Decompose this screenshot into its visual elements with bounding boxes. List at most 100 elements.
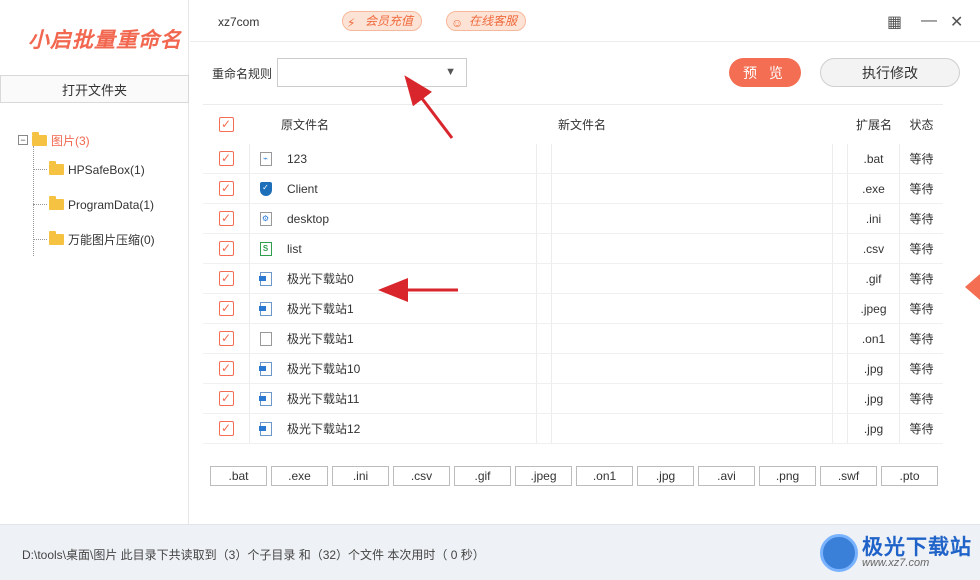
- extension-cell: .exe: [848, 174, 900, 203]
- extension-chip[interactable]: .pto: [881, 466, 938, 486]
- extension-chip[interactable]: .exe: [271, 466, 328, 486]
- table-body: ✓ ⌁ 123 .bat 等待 ✓ ✓ Client .exe 等待 ✓ ⚙ desktop .ini 等待…: [203, 144, 943, 444]
- new-name-cell: [552, 354, 833, 383]
- blank-file-icon: [259, 331, 272, 346]
- extension-chip[interactable]: .on1: [576, 466, 633, 486]
- original-name-cell: 极光下载站1: [281, 324, 537, 353]
- row-checkbox[interactable]: ✓: [218, 301, 234, 316]
- extension-cell: .jpg: [848, 414, 900, 443]
- new-name-cell: [552, 174, 833, 203]
- new-name-cell: [552, 384, 833, 413]
- side-expand-tab[interactable]: [965, 274, 980, 300]
- table-row[interactable]: ✓ 极光下载站1 .jpeg 等待: [203, 294, 943, 324]
- username: xz7com: [218, 15, 260, 29]
- tree-node-child[interactable]: ProgramData(1): [33, 187, 155, 222]
- extension-chip[interactable]: .gif: [454, 466, 511, 486]
- extension-chip[interactable]: .jpeg: [515, 466, 572, 486]
- new-name-cell: [552, 264, 833, 293]
- vip-recharge-button[interactable]: ⚡ 会员充值: [342, 11, 423, 31]
- table-row[interactable]: ✓ 极光下载站12 .jpg 等待: [203, 414, 943, 444]
- row-checkbox[interactable]: ✓: [218, 421, 234, 436]
- tree-node-label: 万能图片压缩(0): [68, 233, 155, 247]
- status-cell: 等待: [909, 392, 934, 406]
- tree-node-root[interactable]: − 图片(3): [18, 128, 155, 152]
- original-name-cell: 极光下载站10: [281, 354, 537, 383]
- table-row[interactable]: ✓ 极光下载站1 .on1 等待: [203, 324, 943, 354]
- extension-chip[interactable]: .csv: [393, 466, 450, 486]
- extension-cell: .on1: [848, 324, 900, 353]
- row-checkbox[interactable]: ✓: [218, 241, 234, 256]
- table-header: ✓ 原文件名 新文件名 扩展名 状态: [203, 104, 943, 144]
- table-row[interactable]: ✓ 极光下载站11 .jpg 等待: [203, 384, 943, 414]
- close-icon[interactable]: ✕: [950, 12, 963, 32]
- original-name-cell: list: [281, 234, 537, 263]
- status-cell: 等待: [909, 212, 934, 226]
- row-checkbox[interactable]: ✓: [218, 151, 234, 166]
- new-name-cell: [552, 234, 833, 263]
- extension-cell: .ini: [848, 204, 900, 233]
- extension-chip[interactable]: .ini: [332, 466, 389, 486]
- watermark-logo-icon: [820, 534, 858, 572]
- row-checkbox[interactable]: ✓: [218, 391, 234, 406]
- original-name-cell: desktop: [281, 204, 537, 233]
- new-name-cell: [552, 414, 833, 443]
- tree-node-label: ProgramData(1): [68, 197, 155, 212]
- table-row[interactable]: ✓ ✓ Client .exe 等待: [203, 174, 943, 204]
- extension-filter-bar: .bat .exe .ini .csv .gif .jpeg .on1 .jpg .avi .pn…: [210, 466, 938, 486]
- preview-button[interactable]: 预 览: [729, 58, 801, 87]
- extension-cell: .bat: [848, 144, 900, 173]
- header-extension: 扩展名: [855, 118, 892, 132]
- rename-rule-select[interactable]: ▼: [277, 58, 467, 87]
- app-logo: 小启批量重命名: [28, 27, 182, 52]
- extension-chip[interactable]: .png: [759, 466, 816, 486]
- grid-menu-icon[interactable]: ▦: [887, 12, 902, 32]
- status-cell: 等待: [909, 362, 934, 376]
- original-name-cell: 极光下载站1: [281, 294, 537, 323]
- extension-cell: .jpg: [848, 354, 900, 383]
- extension-cell: .jpeg: [848, 294, 900, 323]
- original-name-cell: Client: [281, 174, 537, 203]
- new-name-cell: [552, 204, 833, 233]
- image-file-icon: [258, 361, 272, 376]
- batch-file-icon: ⌁: [259, 151, 272, 166]
- row-checkbox[interactable]: ✓: [218, 361, 234, 376]
- table-row[interactable]: ✓ ⌁ 123 .bat 等待: [203, 144, 943, 174]
- row-checkbox[interactable]: ✓: [218, 331, 234, 346]
- open-folder-button[interactable]: 打开文件夹: [0, 75, 189, 103]
- minimize-icon[interactable]: —: [921, 12, 937, 30]
- status-cell: 等待: [909, 182, 934, 196]
- ini-file-icon: ⚙: [259, 211, 272, 226]
- extension-chip[interactable]: .avi: [698, 466, 755, 486]
- online-service-button[interactable]: ☺ 在线客服: [446, 11, 527, 31]
- tree-node-label: HPSafeBox(1): [68, 162, 145, 177]
- folder-icon: [49, 161, 64, 175]
- image-file-icon: [258, 421, 272, 436]
- extension-cell: .gif: [848, 264, 900, 293]
- extension-chip[interactable]: .jpg: [637, 466, 694, 486]
- header-status: 状态: [909, 118, 934, 132]
- status-text: D:\tools\桌面\图片 此目录下共读取到（3）个子目录 和（32）个文件 …: [22, 548, 485, 562]
- collapse-icon[interactable]: −: [18, 135, 28, 145]
- csv-file-icon: S: [259, 241, 272, 256]
- new-name-cell: [552, 294, 833, 323]
- table-row[interactable]: ✓ 极光下载站0 .gif 等待: [203, 264, 943, 294]
- folder-icon: [49, 231, 64, 245]
- row-checkbox[interactable]: ✓: [218, 211, 234, 226]
- row-checkbox[interactable]: ✓: [218, 181, 234, 196]
- watermark-url: www.xz7.com: [862, 557, 930, 569]
- table-row[interactable]: ✓ Slist .csv 等待: [203, 234, 943, 264]
- row-checkbox[interactable]: ✓: [218, 271, 234, 286]
- table-row[interactable]: ✓ 极光下载站10 .jpg 等待: [203, 354, 943, 384]
- tree-node-label: 图片(3): [51, 133, 90, 148]
- tree-node-child[interactable]: 万能图片压缩(0): [33, 222, 155, 257]
- tree-node-child[interactable]: HPSafeBox(1): [33, 152, 155, 187]
- status-bar: D:\tools\桌面\图片 此目录下共读取到（3）个子目录 和（32）个文件 …: [0, 524, 980, 580]
- new-name-cell: [552, 144, 833, 173]
- original-name-cell: 极光下载站12: [281, 414, 537, 443]
- execute-button[interactable]: 执行修改: [820, 58, 960, 87]
- select-all-checkbox[interactable]: ✓: [218, 117, 234, 132]
- table-row[interactable]: ✓ ⚙ desktop .ini 等待: [203, 204, 943, 234]
- image-file-icon: [258, 271, 272, 286]
- extension-chip[interactable]: .swf: [820, 466, 877, 486]
- extension-chip[interactable]: .bat: [210, 466, 267, 486]
